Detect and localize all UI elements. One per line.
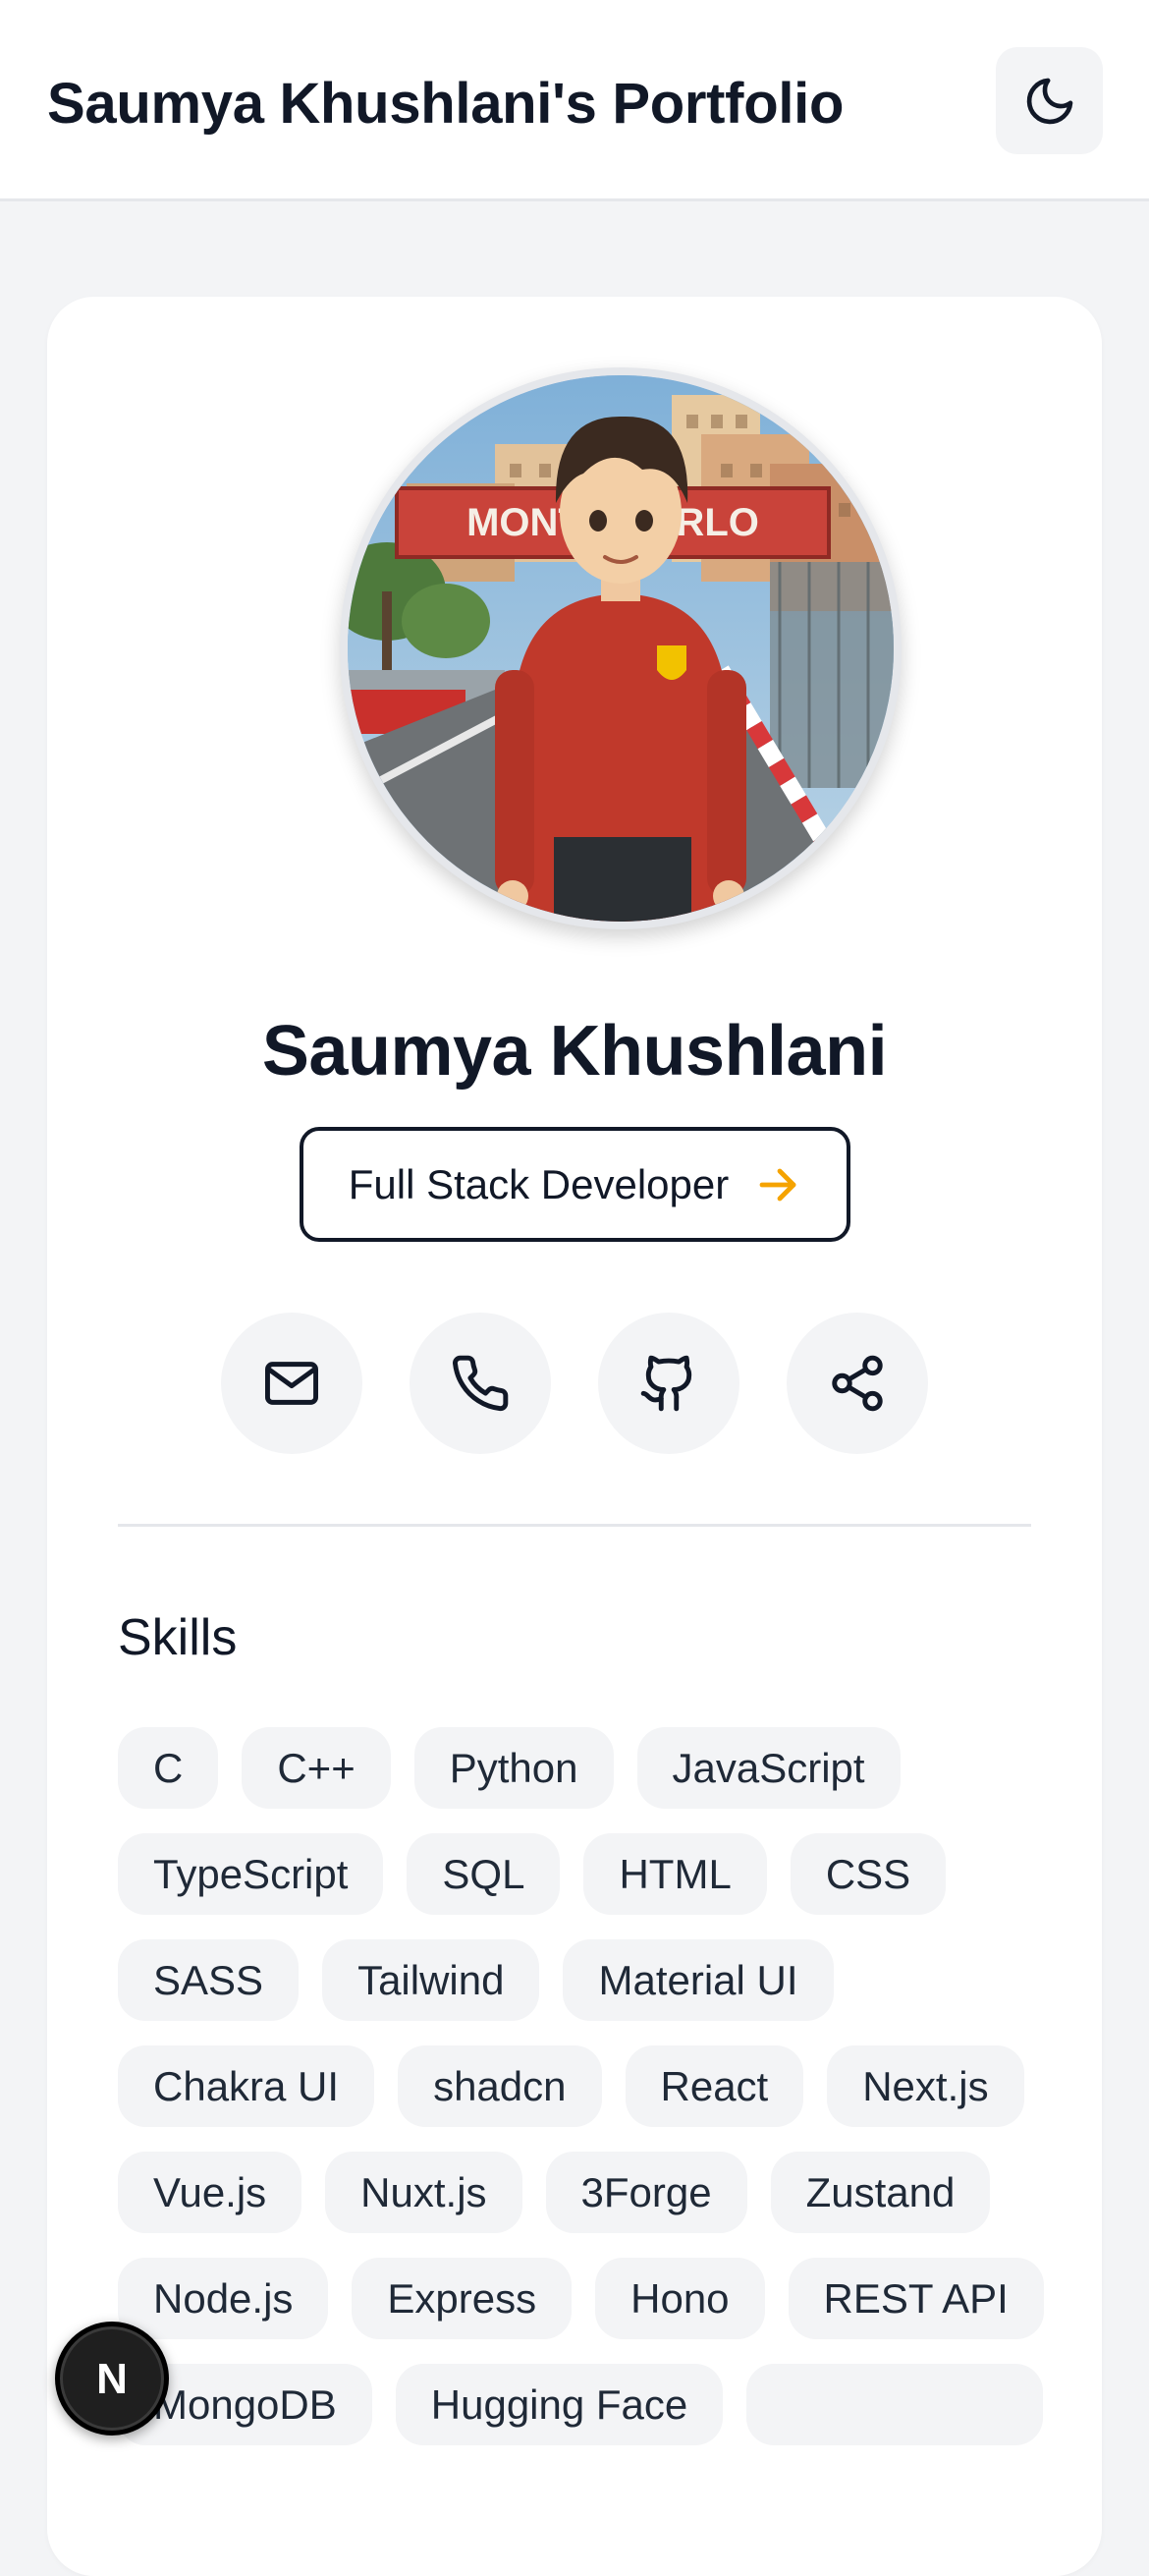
skill-chip: HTML — [583, 1833, 767, 1915]
email-button[interactable] — [221, 1313, 362, 1454]
skill-chip: Zustand — [770, 2152, 991, 2233]
skills-list: C C++ Python JavaScript TypeScript SQL H… — [118, 1727, 1051, 2445]
skill-chip: Chakra UI — [118, 2045, 375, 2127]
nextjs-dev-indicator-button[interactable]: N — [55, 2322, 169, 2436]
skill-chip: Python — [413, 1727, 614, 1809]
skill-chip: 3Forge — [545, 2152, 747, 2233]
skill-chip: shadcn — [398, 2045, 602, 2127]
nextjs-letter: N — [96, 2355, 128, 2403]
skill-chip: React — [625, 2045, 804, 2127]
skill-chip: Hugging Face — [395, 2364, 724, 2445]
profile-name: Saumya Khushlani — [261, 1012, 888, 1091]
skill-chip-partial — [746, 2364, 1044, 2445]
profile-card: MONTE CARLO Saumya Khushlani Full Stack … — [47, 297, 1102, 2576]
share-icon — [832, 1355, 883, 1412]
skill-chip: Node.js — [118, 2258, 329, 2339]
skill-chip: Express — [352, 2258, 573, 2339]
share-button[interactable] — [787, 1313, 928, 1454]
skills-heading: Skills — [118, 1609, 238, 1666]
skill-chip: Tailwind — [322, 1939, 540, 2021]
moon-icon — [1026, 78, 1072, 124]
github-button[interactable] — [598, 1313, 739, 1454]
contact-links — [221, 1313, 928, 1454]
skill-chip: C++ — [242, 1727, 391, 1809]
skill-chip: Vue.js — [118, 2152, 302, 2233]
skill-chip: C — [118, 1727, 219, 1809]
skill-chip: Nuxt.js — [325, 2152, 522, 2233]
github-icon — [640, 1355, 692, 1412]
skill-chip: SASS — [118, 1939, 300, 2021]
skill-chip: REST API — [788, 2258, 1044, 2339]
mail-icon — [265, 1362, 318, 1405]
skill-chip: Hono — [595, 2258, 765, 2339]
phone-icon — [453, 1355, 509, 1412]
arrow-right-icon — [759, 1168, 796, 1201]
skill-chip: Material UI — [563, 1939, 834, 2021]
app-header: Saumya Khushlani's Portfolio — [0, 0, 1149, 201]
role-label: Full Stack Developer — [348, 1160, 730, 1207]
skill-chip: TypeScript — [118, 1833, 384, 1915]
role-button[interactable]: Full Stack Developer — [300, 1127, 850, 1242]
theme-toggle-button[interactable] — [996, 47, 1103, 154]
avatar-illustration: MONTE CARLO — [348, 375, 894, 922]
skill-chip: JavaScript — [636, 1727, 901, 1809]
page-title: Saumya Khushlani's Portfolio — [47, 72, 845, 136]
skill-chip: Next.js — [827, 2045, 1024, 2127]
nextjs-icon: N — [96, 2355, 128, 2403]
phone-button[interactable] — [410, 1313, 551, 1454]
avatar: MONTE CARLO — [340, 367, 902, 929]
skill-chip: CSS — [790, 1833, 947, 1915]
section-divider — [118, 1524, 1031, 1527]
skill-chip: SQL — [407, 1833, 561, 1915]
